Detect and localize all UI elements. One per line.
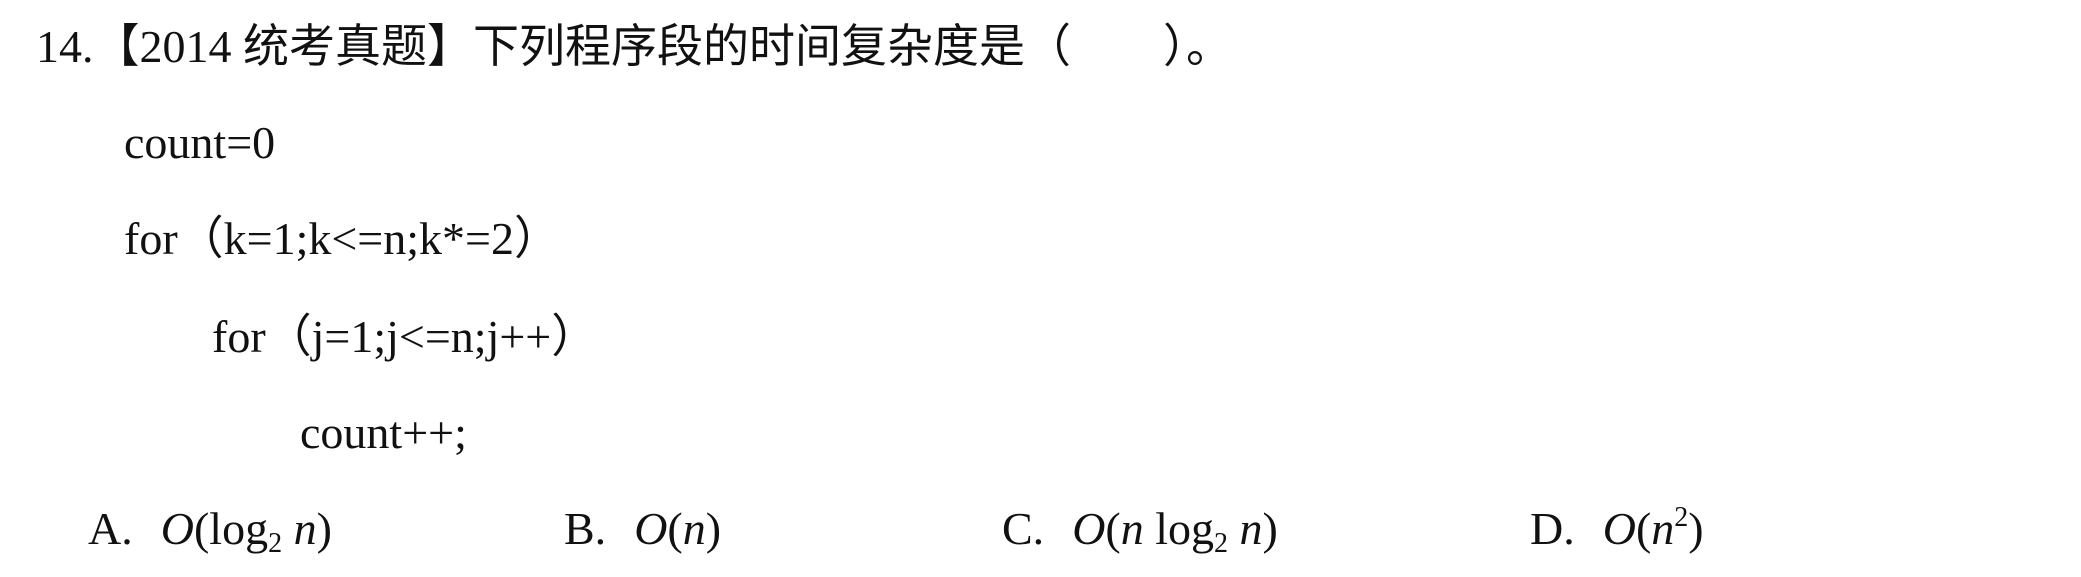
- question-source: 【2014 统考真题】: [93, 21, 474, 72]
- option-letter: B.: [564, 503, 607, 554]
- code-line-1: count=0: [124, 117, 276, 168]
- option-formula: O(n): [634, 503, 722, 554]
- option-letter: A.: [88, 503, 133, 554]
- code-line-4: count++;: [300, 407, 467, 458]
- question-number: 14.: [36, 21, 94, 72]
- option-d[interactable]: D. O(n2): [1530, 502, 1704, 554]
- exam-question: 14.【2014 统考真题】下列程序段的时间复杂度是（ ）。 count=0 f…: [0, 0, 2081, 577]
- question-header: 14.【2014 统考真题】下列程序段的时间复杂度是（ ）。: [36, 24, 1232, 70]
- option-a[interactable]: A. O(log2 n): [88, 503, 332, 559]
- option-formula: O(n log2 n): [1072, 503, 1278, 559]
- question-text: 下列程序段的时间复杂度是（ ）。: [473, 21, 1232, 72]
- code-line-3: for（j=1;j<=n;j++）: [212, 311, 598, 362]
- code-line-2: for（k=1;k<=n;k*=2）: [124, 213, 560, 264]
- answer-options: A. O(log2 n) B. O(n) C. O(n log2 n) D. O(n2): [0, 502, 2081, 566]
- option-formula: O(n2): [1602, 502, 1704, 554]
- option-letter: D.: [1530, 503, 1575, 554]
- option-letter: C.: [1002, 503, 1045, 554]
- option-b[interactable]: B. O(n): [564, 506, 721, 552]
- option-c[interactable]: C. O(n log2 n): [1002, 503, 1278, 559]
- option-formula: O(log2 n): [160, 503, 332, 559]
